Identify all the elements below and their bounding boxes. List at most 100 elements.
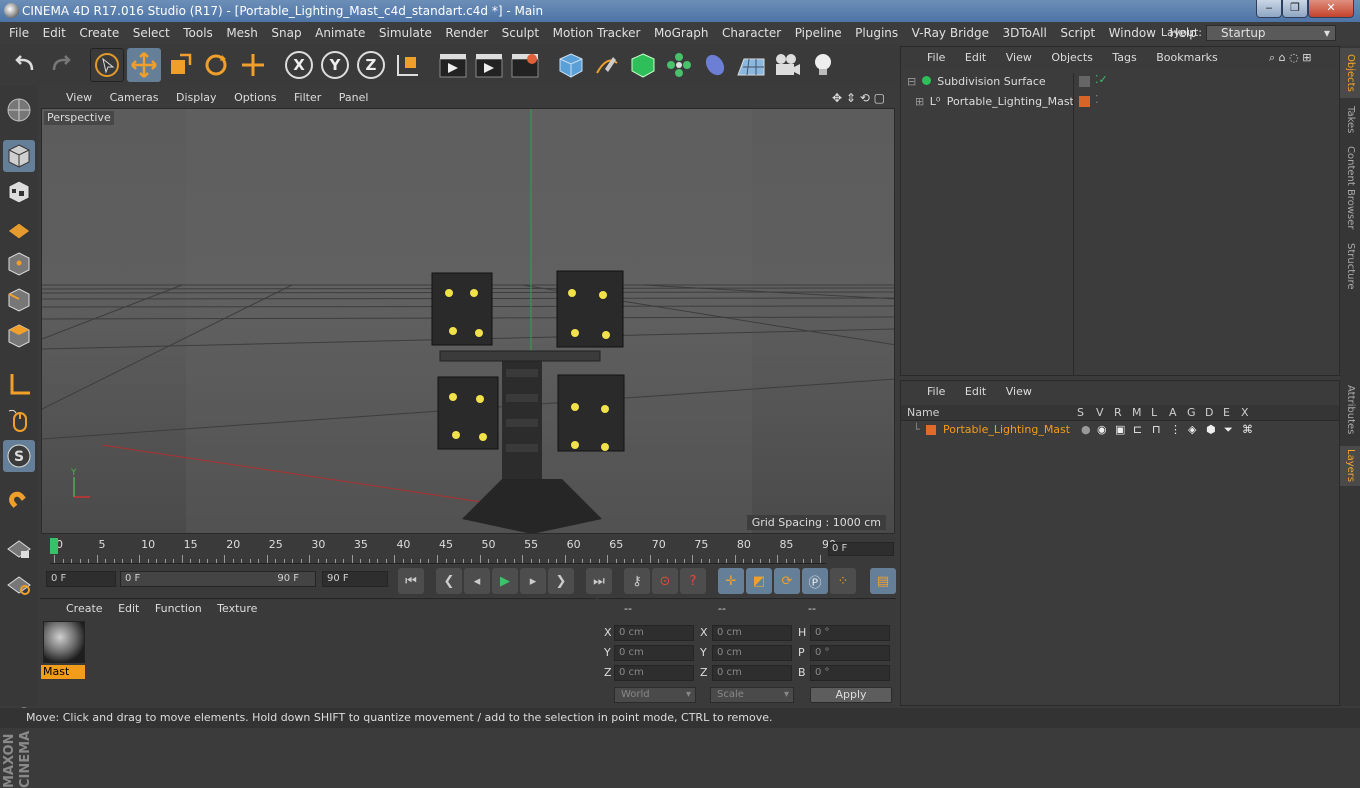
layers-menu-file[interactable]: File: [927, 385, 945, 398]
menu-mograph[interactable]: MoGraph: [653, 26, 710, 40]
menu-tools[interactable]: Tools: [182, 26, 214, 40]
objects-menu-view[interactable]: View: [1006, 51, 1032, 64]
key-parameter-button[interactable]: Ⓟ: [802, 568, 828, 594]
frame-range-slider[interactable]: 0 F 90 F: [120, 571, 316, 587]
menu-edit[interactable]: Edit: [42, 26, 67, 40]
menu-sculpt[interactable]: Sculpt: [501, 26, 540, 40]
object-row-mast[interactable]: ⊞ L⁰ Portable_Lighting_Mast: [915, 93, 1074, 111]
play-button[interactable]: ▶: [492, 568, 518, 594]
viewport-menu-view[interactable]: View: [66, 91, 92, 104]
axis-mode-button[interactable]: [3, 368, 35, 400]
render-clapper-icon[interactable]: ▣: [1115, 422, 1125, 438]
texture-mode-button[interactable]: [3, 176, 35, 208]
current-frame-field[interactable]: 0 F: [828, 542, 894, 556]
viewport-menu-cameras[interactable]: Cameras: [110, 91, 159, 104]
material-menu-edit[interactable]: Edit: [118, 602, 139, 615]
end-frame-field[interactable]: 90 F: [322, 571, 388, 587]
tweak-mode-button[interactable]: [3, 404, 35, 436]
move-tool-button[interactable]: [127, 48, 161, 82]
object-name[interactable]: Subdivision Surface: [937, 75, 1045, 88]
object-manager-tools-icons[interactable]: ⌕ ⌂ ◌ ⊞: [1269, 47, 1311, 69]
layers-menu-view[interactable]: View: [1006, 385, 1032, 398]
material-menu-texture[interactable]: Texture: [217, 602, 257, 615]
mograph-cloner-button[interactable]: [662, 48, 696, 82]
apply-button[interactable]: Apply: [810, 687, 892, 703]
menu-window[interactable]: Window: [1108, 26, 1157, 40]
key-pla-button[interactable]: ⁘: [830, 568, 856, 594]
autokey-button[interactable]: ⊙: [652, 568, 678, 594]
cube-button[interactable]: [554, 48, 588, 82]
tab-takes[interactable]: Takes: [1340, 102, 1360, 138]
coordinate-system-button[interactable]: [390, 48, 424, 82]
objects-menu-edit[interactable]: Edit: [965, 51, 986, 64]
generators-icon[interactable]: ◈: [1188, 422, 1196, 438]
menu-pipeline[interactable]: Pipeline: [794, 26, 843, 40]
viewport-menu-options[interactable]: Options: [234, 91, 276, 104]
menu-simulate[interactable]: Simulate: [378, 26, 433, 40]
snapping-button[interactable]: [3, 486, 35, 518]
viewport-menu-display[interactable]: Display: [176, 91, 217, 104]
viewport-navigation-icons[interactable]: ✥ ⇕ ⟲ ▢: [832, 88, 885, 108]
deformers-icon[interactable]: ⬢: [1206, 422, 1216, 438]
timeline-window-button[interactable]: ▤: [870, 568, 896, 594]
render-settings-button[interactable]: [508, 48, 542, 82]
size-y-field[interactable]: 0 cm: [712, 645, 792, 661]
timeline-ruler[interactable]: 051015202530354045505560657075808590: [50, 538, 836, 564]
keyframe-selection-button[interactable]: ?: [680, 568, 706, 594]
layer-col-v[interactable]: V: [1096, 405, 1104, 421]
solo-dot-icon[interactable]: ●: [1081, 422, 1091, 438]
lock-icon[interactable]: ⊓: [1152, 422, 1161, 438]
key-rotation-button[interactable]: ⟳: [774, 568, 800, 594]
object-row-subdivision[interactable]: ⊟ Subdivision Surface: [907, 73, 1046, 91]
go-to-start-button[interactable]: ⏮: [398, 568, 424, 594]
layer-col-r[interactable]: R: [1114, 405, 1122, 421]
menu-animate[interactable]: Animate: [314, 26, 366, 40]
tab-structure[interactable]: Structure: [1340, 238, 1360, 294]
position-y-field[interactable]: 0 cm: [614, 645, 694, 661]
material-name-label[interactable]: Mast: [41, 665, 85, 679]
size-z-field[interactable]: 0 cm: [712, 665, 792, 681]
menu-snap[interactable]: Snap: [270, 26, 302, 40]
rotate-tool-button[interactable]: [199, 48, 233, 82]
object-name[interactable]: Portable_Lighting_Mast: [947, 95, 1074, 108]
enable-check-icon[interactable]: ⁚✓: [1095, 73, 1108, 86]
objects-menu-file[interactable]: File: [927, 51, 945, 64]
layer-row[interactable]: └ Portable_Lighting_Mast ● ◉ ▣ ⊏ ⊓ ⋮ ◈ ⬢…: [901, 422, 1339, 438]
layer-col-m[interactable]: M: [1132, 405, 1142, 421]
timeline[interactable]: 051015202530354045505560657075808590 0 F: [40, 536, 896, 566]
viewport-menu-filter[interactable]: Filter: [294, 91, 321, 104]
polygons-mode-button[interactable]: [3, 320, 35, 352]
make-editable-button[interactable]: [3, 94, 35, 126]
close-button[interactable]: ✕: [1308, 0, 1354, 18]
menu-create[interactable]: Create: [78, 26, 120, 40]
x-axis-button[interactable]: X: [282, 48, 316, 82]
render-picture-viewer-button[interactable]: [472, 48, 506, 82]
menu-3dtoall[interactable]: 3DToAll: [1001, 26, 1047, 40]
viewport-menu-panel[interactable]: Panel: [339, 91, 369, 104]
model-mode-button[interactable]: [3, 140, 35, 172]
deformer-button[interactable]: [698, 48, 732, 82]
objects-menu-bookmarks[interactable]: Bookmarks: [1156, 51, 1217, 64]
layer-col-l[interactable]: L: [1151, 405, 1157, 421]
record-keys-button[interactable]: ⚷: [624, 568, 650, 594]
start-frame-field[interactable]: 0 F: [46, 571, 116, 587]
size-x-field[interactable]: 0 cm: [712, 625, 792, 641]
layer-color-swatch[interactable]: [1079, 96, 1090, 107]
xrefs-icon[interactable]: ⌘: [1242, 422, 1253, 438]
layer-col-d[interactable]: D: [1205, 405, 1213, 421]
animation-icon[interactable]: ⋮: [1170, 422, 1181, 438]
viewport-camera-label[interactable]: Perspective: [44, 111, 114, 125]
timeline-playhead[interactable]: [50, 538, 58, 554]
layer-col-g[interactable]: G: [1187, 405, 1196, 421]
manager-icon[interactable]: ⊏: [1133, 422, 1142, 438]
menu-select[interactable]: Select: [132, 26, 171, 40]
render-view-button[interactable]: [436, 48, 470, 82]
material-thumbnail[interactable]: [43, 621, 85, 663]
live-selection-button[interactable]: [90, 48, 124, 82]
eye-icon[interactable]: ◉: [1097, 422, 1107, 438]
key-scale-button[interactable]: ◩: [746, 568, 772, 594]
y-axis-button[interactable]: Y: [318, 48, 352, 82]
visibility-dots-icon[interactable]: ⁚: [1095, 93, 1099, 106]
menu-character[interactable]: Character: [721, 26, 782, 40]
layer-col-e[interactable]: E: [1223, 405, 1230, 421]
